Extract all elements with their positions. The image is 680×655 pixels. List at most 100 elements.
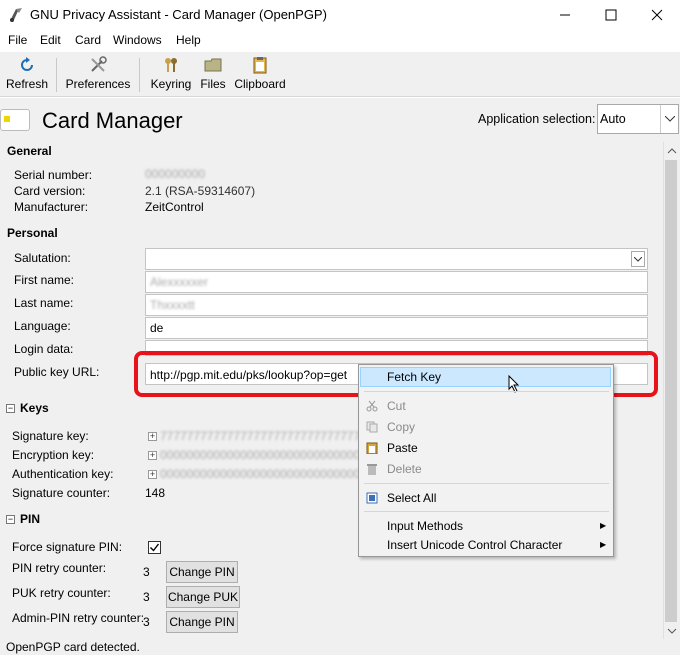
manufacturer-label: Manufacturer: bbox=[14, 200, 89, 214]
mouse-cursor-icon bbox=[508, 374, 520, 396]
toolbar-separator bbox=[139, 58, 140, 92]
login-data-label: Login data: bbox=[14, 342, 74, 356]
chevron-down-icon[interactable] bbox=[631, 251, 645, 267]
admin-pin-retry-label: Admin-PIN retry counter: bbox=[12, 611, 145, 625]
cut-icon bbox=[366, 400, 378, 412]
keyring-icon bbox=[162, 56, 180, 74]
scroll-down-icon[interactable] bbox=[664, 624, 680, 638]
minimize-button[interactable] bbox=[542, 0, 588, 30]
menu-item-cut[interactable]: Cut bbox=[387, 399, 406, 413]
change-admin-pin-button[interactable]: Change PIN bbox=[166, 611, 238, 633]
menu-item-delete[interactable]: Delete bbox=[387, 462, 422, 476]
menu-item-copy[interactable]: Copy bbox=[387, 420, 415, 434]
signature-counter-value: 148 bbox=[145, 486, 166, 500]
expand-signature-key-icon[interactable]: + bbox=[148, 432, 157, 441]
collapse-pin-icon[interactable]: − bbox=[6, 515, 15, 524]
encryption-key-label: Encryption key: bbox=[12, 448, 95, 462]
manufacturer-value: ZeitControl bbox=[145, 200, 204, 214]
select-all-icon bbox=[366, 492, 378, 504]
clipboard-button[interactable]: Clipboard bbox=[232, 56, 288, 94]
puk-retry-value: 3 bbox=[143, 590, 150, 604]
collapse-keys-icon[interactable]: − bbox=[6, 404, 15, 413]
preferences-button[interactable]: Preferences bbox=[66, 56, 130, 94]
personal-section-title: Personal bbox=[7, 226, 58, 240]
folder-icon bbox=[204, 56, 222, 74]
menu-item-fetch-key[interactable]: Fetch Key bbox=[387, 370, 441, 384]
force-signature-pin-checkbox[interactable] bbox=[148, 541, 161, 554]
keyring-label: Keyring bbox=[150, 77, 192, 91]
change-puk-button[interactable]: Change PUK bbox=[166, 586, 240, 608]
change-pin-button[interactable]: Change PIN bbox=[166, 561, 238, 583]
menu-bar bbox=[0, 31, 680, 51]
card-version-value: 2.1 (RSA-59314607) bbox=[145, 184, 256, 198]
first-name-label: First name: bbox=[14, 273, 75, 287]
menu-edit[interactable]: Edit bbox=[40, 33, 61, 47]
preferences-label: Preferences bbox=[65, 77, 131, 91]
menu-windows[interactable]: Windows bbox=[113, 33, 162, 47]
toolbar-separator bbox=[56, 58, 57, 92]
menu-item-insert-unicode[interactable]: Insert Unicode Control Character bbox=[387, 538, 562, 552]
application-selection-value: Auto bbox=[600, 112, 626, 126]
submenu-arrow-icon: ▶ bbox=[600, 540, 607, 549]
force-signature-pin-label: Force signature PIN: bbox=[12, 540, 123, 554]
refresh-label: Refresh bbox=[5, 77, 49, 91]
refresh-icon bbox=[18, 56, 36, 74]
gpa-app-icon bbox=[8, 7, 24, 23]
signature-key-label: Signature key: bbox=[12, 429, 89, 443]
menu-item-select-all[interactable]: Select All bbox=[387, 491, 436, 505]
menu-item-input-methods[interactable]: Input Methods bbox=[387, 519, 463, 533]
scrollbar-thumb[interactable] bbox=[665, 160, 677, 622]
general-section-title: General bbox=[7, 144, 52, 158]
admin-pin-retry-value: 3 bbox=[143, 615, 150, 629]
keys-section-title: Keys bbox=[20, 401, 49, 415]
language-field[interactable] bbox=[145, 317, 648, 339]
menu-item-paste[interactable]: Paste bbox=[387, 441, 418, 455]
language-value: de bbox=[150, 321, 164, 335]
card-chip-icon bbox=[4, 116, 10, 122]
first-name-field[interactable] bbox=[145, 271, 648, 293]
public-key-url-label: Public key URL: bbox=[14, 365, 100, 379]
context-menu-separator bbox=[364, 511, 609, 512]
page-title: Card Manager bbox=[42, 108, 183, 133]
pin-section-title: PIN bbox=[20, 512, 41, 526]
tools-icon bbox=[89, 56, 107, 74]
authentication-key-label: Authentication key: bbox=[12, 467, 114, 481]
close-button[interactable] bbox=[634, 0, 680, 30]
language-label: Language: bbox=[14, 319, 71, 333]
serial-number-value: 000000000 bbox=[145, 167, 206, 181]
puk-retry-label: PUK retry counter: bbox=[12, 586, 111, 600]
card-version-label: Card version: bbox=[14, 184, 86, 198]
files-label: Files bbox=[200, 77, 226, 91]
files-button[interactable]: Files bbox=[198, 56, 228, 94]
expand-authentication-key-icon[interactable]: + bbox=[148, 470, 157, 479]
signature-key-value: 7777777777777777777777777777777777777777 bbox=[160, 429, 360, 443]
copy-icon bbox=[366, 421, 378, 433]
clipboard-label: Clipboard bbox=[234, 77, 286, 91]
delete-icon bbox=[366, 463, 378, 475]
scroll-up-icon[interactable] bbox=[664, 144, 680, 158]
clipboard-icon bbox=[251, 56, 269, 74]
menu-file[interactable]: File bbox=[8, 33, 27, 47]
salutation-label: Salutation: bbox=[14, 251, 71, 265]
last-name-field[interactable] bbox=[145, 294, 648, 316]
paste-icon bbox=[366, 442, 378, 455]
refresh-button[interactable]: Refresh bbox=[6, 56, 48, 94]
salutation-select[interactable] bbox=[145, 248, 648, 270]
encryption-key-value: 0000000000000000000000000000000000000000 bbox=[160, 448, 360, 462]
context-menu-separator bbox=[364, 391, 609, 392]
maximize-button[interactable] bbox=[588, 0, 634, 30]
expand-encryption-key-icon[interactable]: + bbox=[148, 451, 157, 460]
authentication-key-value: 0000000000000000000000000000000000000000 bbox=[160, 467, 360, 481]
chevron-down-icon[interactable] bbox=[660, 105, 678, 133]
menu-help[interactable]: Help bbox=[176, 33, 201, 47]
submenu-arrow-icon: ▶ bbox=[600, 521, 607, 530]
signature-counter-label: Signature counter: bbox=[12, 486, 111, 500]
first-name-value: Alexxxxxer bbox=[150, 275, 209, 289]
keyring-button[interactable]: Keyring bbox=[148, 56, 194, 94]
status-text: OpenPGP card detected. bbox=[6, 640, 140, 654]
pin-retry-value: 3 bbox=[143, 565, 150, 579]
last-name-label: Last name: bbox=[14, 296, 74, 310]
menu-card[interactable]: Card bbox=[75, 33, 101, 47]
window-title: GNU Privacy Assistant - Card Manager (Op… bbox=[30, 7, 327, 22]
application-selection-label: Application selection: bbox=[478, 112, 596, 126]
